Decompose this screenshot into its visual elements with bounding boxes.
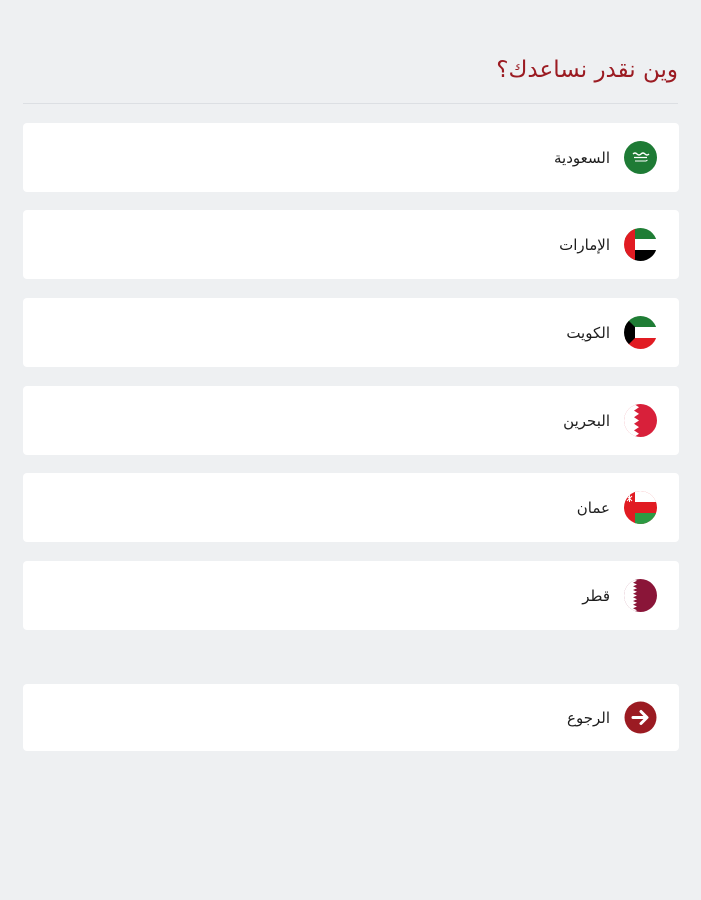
country-option-kuwait[interactable]: الكويت: [23, 298, 679, 367]
saudi-flag-icon: [624, 141, 657, 174]
divider: [23, 103, 678, 104]
country-label: السعودية: [553, 148, 610, 167]
country-option-uae[interactable]: الإمارات: [23, 210, 679, 279]
country-label: قطر: [582, 586, 610, 605]
country-option-oman[interactable]: عمان: [23, 473, 679, 542]
country-option-qatar[interactable]: قطر: [23, 561, 679, 630]
back-label: الرجوع: [567, 708, 610, 727]
country-label: الإمارات: [559, 235, 610, 254]
country-label: البحرين: [563, 411, 610, 430]
arrow-right-circle-icon: [624, 701, 657, 734]
qatar-flag-icon: [624, 579, 657, 612]
kuwait-flag-icon: [624, 316, 657, 349]
uae-flag-icon: [624, 228, 657, 261]
header: وين نقدر نساعدك؟: [23, 52, 678, 92]
oman-flag-icon: [624, 491, 657, 524]
back-button[interactable]: الرجوع: [23, 684, 679, 751]
country-label: الكويت: [566, 323, 610, 342]
page-title: وين نقدر نساعدك؟: [496, 57, 678, 83]
country-selection-page: وين نقدر نساعدك؟ السعودية الإمارات الكوي…: [0, 0, 701, 900]
bahrain-flag-icon: [624, 404, 657, 437]
country-label: عمان: [576, 498, 610, 517]
country-option-bahrain[interactable]: البحرين: [23, 386, 679, 455]
country-option-saudi[interactable]: السعودية: [23, 123, 679, 192]
